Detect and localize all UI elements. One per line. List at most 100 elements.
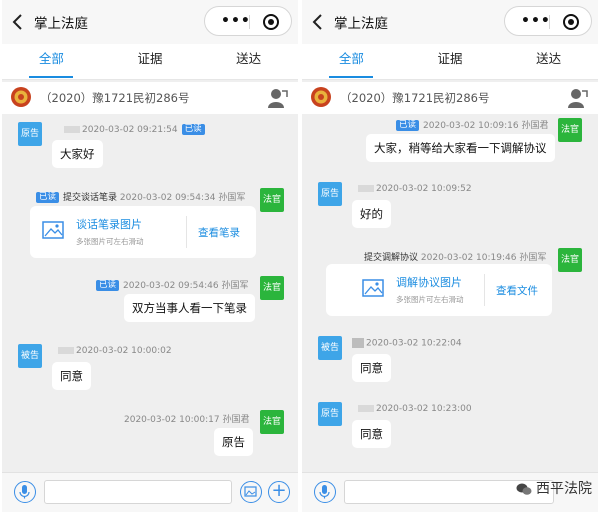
submit-action-label: 提交调解协议: [364, 253, 419, 263]
case-header: （2020）豫1721民初286号: [302, 82, 598, 114]
defendant-avatar: 被告: [18, 344, 42, 368]
message-bubble: 大家好: [52, 140, 103, 168]
message-bubble: 双方当事人看一下笔录: [124, 294, 255, 322]
input-bar: +: [2, 472, 298, 512]
card-divider: [186, 216, 187, 248]
judge-avatar: 法官: [558, 118, 582, 142]
message-meta: 已读 2020-03-02 10:09:16 孙国君: [396, 118, 549, 131]
app-title: 掌上法庭: [34, 16, 88, 32]
court-emblem-icon: [11, 87, 31, 107]
message-time: 2020-03-02 10:09:52: [376, 184, 472, 194]
sender-name: 孙国君: [222, 415, 250, 425]
card-subtitle: 多张图片可左右滑动: [76, 237, 144, 246]
message-bubble: 大家，稍等给大家看一下调解协议: [366, 134, 555, 162]
message-time: 2020-03-02 10:19:46: [420, 253, 517, 263]
document-card[interactable]: 谈话笔录图片 多张图片可左右滑动 查看笔录: [30, 206, 256, 258]
image-icon: [244, 486, 257, 497]
judge-avatar: 法官: [558, 248, 582, 272]
message-time: 2020-03-02 10:00:02: [76, 346, 172, 356]
message-meta: 2020-03-02 09:21:54 已读: [64, 124, 205, 135]
sender-name: 孙国军: [519, 253, 547, 263]
plaintiff-avatar: 原告: [18, 122, 42, 146]
capsule-divider: [549, 15, 550, 29]
back-arrow-icon[interactable]: [10, 12, 26, 32]
court-emblem-icon: [311, 87, 331, 107]
document-card[interactable]: 调解协议图片 多张图片可左右滑动 查看文件: [326, 264, 552, 316]
message-meta: 已读 提交谈话笔录 2020-03-02 09:54:34 孙国军: [36, 190, 245, 203]
chat-screen-left: 掌上法庭 ••• 全部 证据 送达 （2020）豫1721民初286号 原告 2…: [2, 0, 298, 512]
judge-avatar: 法官: [260, 410, 284, 434]
message-time: 2020-03-02 10:22:04: [366, 338, 462, 349]
view-file-button[interactable]: 查看文件: [496, 283, 538, 298]
redacted-name: [58, 347, 74, 354]
case-header: （2020）豫1721民初286号: [2, 82, 298, 114]
message-meta: 2020-03-02 10:22:04: [352, 338, 462, 349]
tab-all[interactable]: 全部: [2, 44, 101, 80]
image-icon: [42, 221, 64, 239]
tab-evidence[interactable]: 证据: [401, 44, 500, 80]
message-meta: 2020-03-02 10:23:00: [358, 404, 472, 414]
send-image-button[interactable]: [240, 481, 262, 503]
message-bubble: 好的: [352, 200, 391, 228]
watermark-text: 西平法院: [536, 481, 592, 497]
message-bubble: 同意: [352, 420, 391, 448]
view-record-button[interactable]: 查看笔录: [198, 225, 240, 240]
back-arrow-icon[interactable]: [310, 12, 326, 32]
message-meta: 2020-03-02 10:00:02: [58, 346, 172, 356]
read-badge: 已读: [181, 124, 205, 135]
microphone-icon: [19, 485, 30, 499]
message-time: 2020-03-02 09:54:46: [123, 281, 219, 291]
capsule-divider: [249, 15, 250, 29]
more-icon[interactable]: •••: [521, 14, 551, 28]
message-time: 2020-03-02 10:09:16: [423, 121, 519, 131]
tab-all[interactable]: 全部: [302, 44, 401, 80]
title-bar: 掌上法庭 •••: [2, 0, 298, 44]
case-number: （2020）豫1721民初286号: [40, 91, 190, 105]
case-number: （2020）豫1721民初286号: [340, 91, 490, 105]
defendant-avatar: 被告: [318, 336, 342, 360]
redacted-name: [352, 338, 364, 348]
message-input[interactable]: [44, 480, 232, 504]
tab-service[interactable]: 送达: [199, 44, 298, 80]
mini-program-capsule: •••: [204, 6, 292, 36]
title-bar: 掌上法庭 •••: [302, 0, 598, 44]
watermark: 西平法院: [516, 478, 592, 498]
read-badge: 已读: [96, 280, 120, 291]
message-meta: 2020-03-02 10:09:52: [358, 184, 472, 194]
chat-screen-right: 掌上法庭 ••• 全部 证据 送达 （2020）豫1721民初286号 已读 20…: [302, 0, 598, 512]
judge-avatar: 法官: [260, 188, 284, 212]
read-badge: 已读: [396, 120, 420, 131]
participants-icon[interactable]: [568, 87, 588, 109]
close-program-icon[interactable]: [263, 14, 279, 30]
more-icon[interactable]: •••: [221, 14, 251, 28]
message-meta: 已读 2020-03-02 09:54:46 孙国军: [96, 278, 249, 291]
redacted-name: [358, 405, 374, 412]
voice-button[interactable]: [314, 481, 336, 503]
voice-button[interactable]: [14, 481, 36, 503]
tab-bar: 全部 证据 送达: [302, 44, 598, 80]
redacted-name: [64, 126, 80, 133]
participants-icon[interactable]: [268, 87, 288, 109]
card-title: 谈话笔录图片: [76, 218, 142, 231]
message-time: 2020-03-02 09:54:34: [119, 193, 216, 203]
card-subtitle: 多张图片可左右滑动: [396, 295, 464, 304]
message-bubble: 原告: [214, 428, 253, 456]
read-badge: 已读: [36, 192, 60, 203]
message-time: 2020-03-02 10:00:17: [124, 415, 220, 425]
tab-service[interactable]: 送达: [499, 44, 598, 80]
card-divider: [484, 274, 485, 306]
app-title: 掌上法庭: [334, 16, 388, 32]
card-title: 调解协议图片: [396, 276, 462, 289]
sender-name: 孙国军: [218, 193, 246, 203]
tab-bar: 全部 证据 送达: [2, 44, 298, 80]
message-bubble: 同意: [352, 354, 391, 382]
mini-program-capsule: •••: [504, 6, 592, 36]
microphone-icon: [319, 485, 330, 499]
more-plus-button[interactable]: +: [268, 481, 290, 503]
plaintiff-avatar: 原告: [318, 402, 342, 426]
judge-avatar: 法官: [260, 276, 284, 300]
message-time: 2020-03-02 09:21:54: [82, 125, 178, 135]
close-program-icon[interactable]: [563, 14, 579, 30]
image-icon: [362, 279, 384, 297]
tab-evidence[interactable]: 证据: [101, 44, 200, 80]
